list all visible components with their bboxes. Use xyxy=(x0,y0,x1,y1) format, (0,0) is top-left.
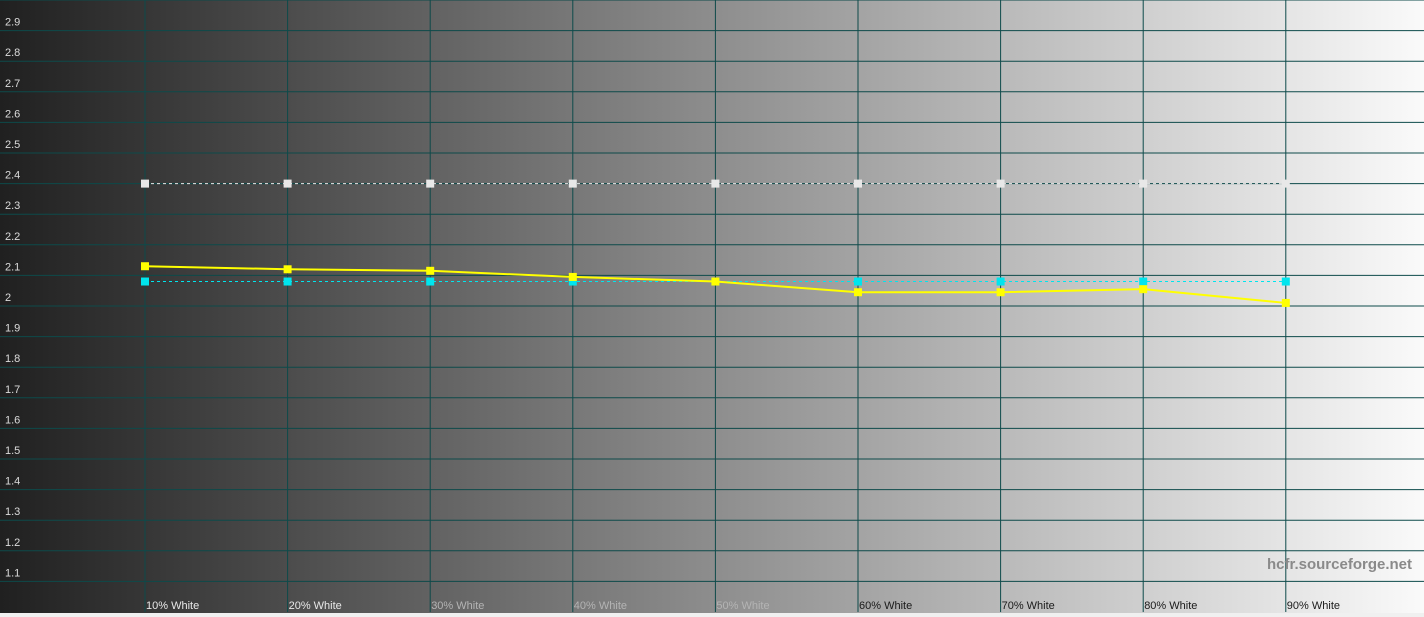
series-point xyxy=(1139,277,1148,286)
grid xyxy=(0,0,1424,612)
y-tick-label: 1.4 xyxy=(5,476,20,488)
series-point xyxy=(1139,179,1148,188)
series-point xyxy=(854,179,862,188)
y-tick-label: 2.5 xyxy=(5,139,20,151)
x-tick-label: 20% White xyxy=(289,600,342,612)
y-tick-label: 1.9 xyxy=(5,323,20,335)
gamma-chart: 1.1 1.2 1.3 1.4 1.5 1.6 1.7 1.8 1.9 2 2.1 2.2 2.3 2.4… xyxy=(0,0,1424,617)
y-tick-label: 2.9 xyxy=(5,17,20,29)
y-tick-label: 2.7 xyxy=(5,78,20,90)
series-point xyxy=(1281,179,1290,188)
series-point xyxy=(426,179,435,188)
series-point xyxy=(283,179,292,188)
x-tick-label: 90% White xyxy=(1287,600,1340,612)
y-tick-label: 2.1 xyxy=(5,261,20,273)
y-tick-label: 1.5 xyxy=(5,445,20,457)
series-point xyxy=(283,265,292,274)
y-tick-label: 1.2 xyxy=(5,537,20,549)
y-tick-label: 1.3 xyxy=(5,506,20,518)
x-axis-ticks: 10% White 20% White 30% White 40% White 50% … xyxy=(146,600,1340,612)
y-tick-label: 2.2 xyxy=(5,231,20,243)
x-tick-label: 60% White xyxy=(859,600,912,612)
y-tick-label: 1.6 xyxy=(5,414,20,426)
y-tick-label: 2 xyxy=(5,292,11,304)
series-point xyxy=(996,288,1005,297)
watermark-label: hcfr.sourceforge.net xyxy=(1267,556,1412,573)
series-point xyxy=(1139,285,1148,294)
x-tick-label: 70% White xyxy=(1002,600,1055,612)
series-point xyxy=(426,277,435,286)
y-tick-label: 2.8 xyxy=(5,47,20,59)
chart-canvas: 1.1 1.2 1.3 1.4 1.5 1.6 1.7 1.8 1.9 2 2.1 2.2 2.3 2.4… xyxy=(0,0,1424,617)
y-tick-label: 1.8 xyxy=(5,353,20,365)
series-point xyxy=(1281,298,1290,307)
series-point xyxy=(711,179,720,188)
y-tick-label: 1.1 xyxy=(5,567,20,579)
x-tick-label: 10% White xyxy=(146,600,199,612)
series-point xyxy=(568,179,577,188)
series-point xyxy=(854,277,862,286)
x-tick-label: 80% White xyxy=(1144,600,1197,612)
x-tick-label: 30% White xyxy=(431,600,484,612)
series-point xyxy=(141,179,149,188)
y-tick-label: 2.4 xyxy=(5,170,20,182)
series-point xyxy=(568,272,577,281)
bottom-strip xyxy=(0,613,1424,617)
series-point xyxy=(711,277,720,286)
series-point xyxy=(996,277,1005,286)
series-point xyxy=(141,277,149,286)
series-point xyxy=(996,179,1005,188)
series-point xyxy=(1281,277,1290,286)
y-tick-label: 1.7 xyxy=(5,384,20,396)
x-tick-label: 50% White xyxy=(716,600,769,612)
y-tick-label: 2.3 xyxy=(5,200,20,212)
series-point xyxy=(426,266,435,275)
x-tick-label: 40% White xyxy=(574,600,627,612)
series-point xyxy=(854,288,862,297)
series-point xyxy=(283,277,292,286)
series-point xyxy=(141,262,149,271)
y-tick-label: 2.6 xyxy=(5,108,20,120)
